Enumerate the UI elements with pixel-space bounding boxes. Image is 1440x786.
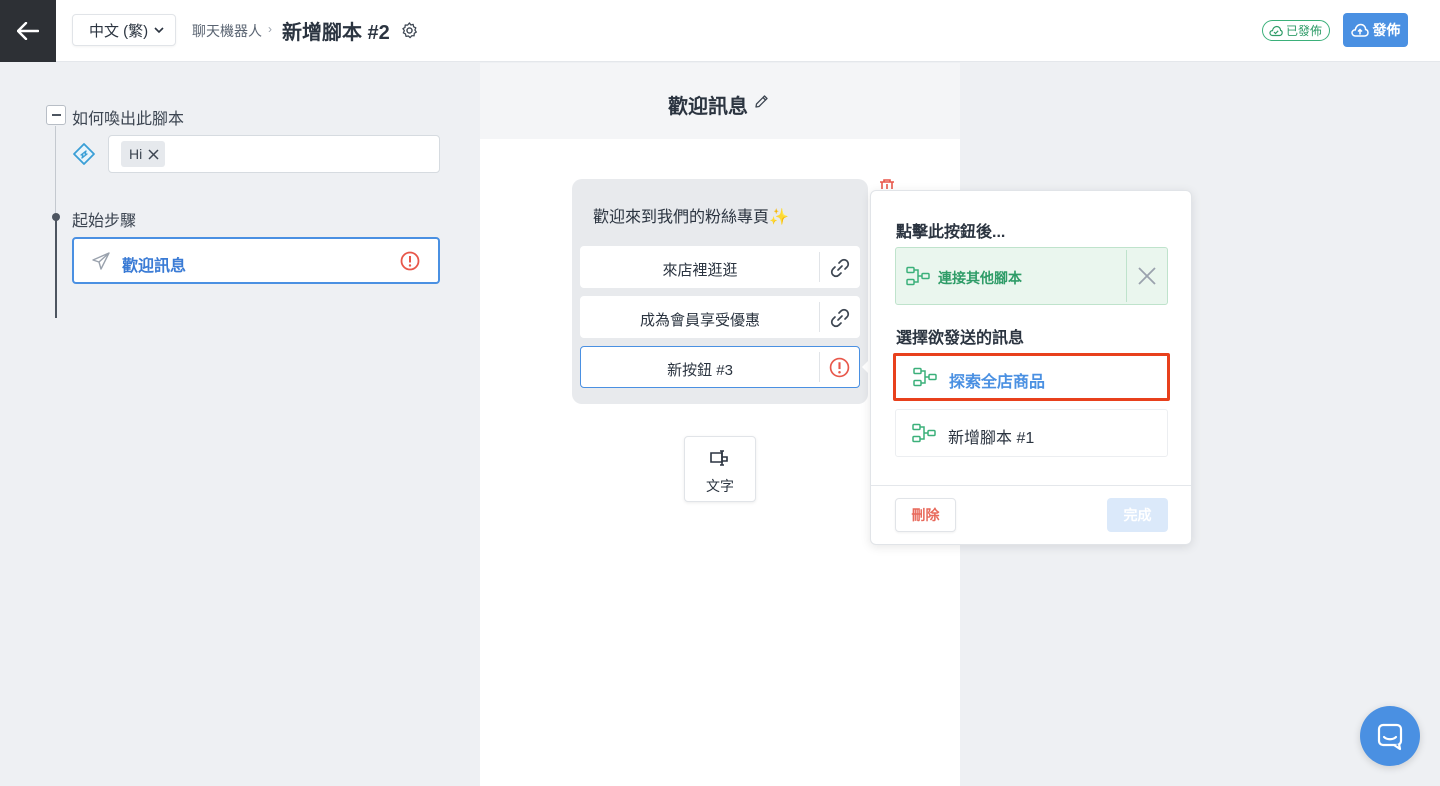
minus-icon xyxy=(51,114,61,116)
breadcrumb-chatbot[interactable]: 聊天機器人 xyxy=(192,21,262,41)
divider xyxy=(819,352,820,382)
divider xyxy=(819,302,820,332)
arrow-left-icon xyxy=(17,22,39,40)
trash-icon[interactable] xyxy=(878,179,896,189)
flow-option-selected[interactable]: 探索全店商品 xyxy=(893,353,1170,401)
link-icon[interactable] xyxy=(829,257,851,279)
divider xyxy=(819,252,820,282)
flow-option-label: 探索全店商品 xyxy=(949,374,1046,391)
message-button[interactable]: 來店裡逛逛 xyxy=(580,246,860,288)
pencil-icon[interactable] xyxy=(754,94,769,109)
publish-button-label: 發佈 xyxy=(1372,22,1401,38)
flow-option[interactable]: 新增腳本 #1 xyxy=(895,409,1168,457)
breadcrumb-separator: › xyxy=(268,22,272,36)
close-icon[interactable] xyxy=(148,148,159,160)
chevron-down-icon xyxy=(154,27,164,34)
divider xyxy=(1126,250,1127,302)
top-bar: 中文 (繁) 聊天機器人 › 新增腳本 #2 已發佈 發佈 xyxy=(0,0,1440,62)
cloud-check-icon xyxy=(1269,25,1283,36)
canvas-title: 歡迎訊息 xyxy=(668,96,748,118)
publish-button[interactable]: 發佈 xyxy=(1343,13,1408,47)
message-card[interactable]: 歡迎來到我們的粉絲專頁✨ 來店裡逛逛 成為會員享受優惠 新按鈕 #3 xyxy=(572,179,868,404)
tag-icon xyxy=(73,143,95,165)
tree-connector-active xyxy=(55,218,57,318)
status-badge-label: 已發佈 xyxy=(1286,24,1323,38)
warning-icon xyxy=(829,357,850,378)
step-item-label: 歡迎訊息 xyxy=(122,258,187,275)
page-title: 新增腳本 #2 xyxy=(282,22,390,44)
done-button[interactable]: 完成 xyxy=(1107,498,1168,532)
trigger-section-title: 如何喚出此腳本 xyxy=(72,111,185,128)
collapse-button[interactable] xyxy=(46,105,66,125)
flow-icon xyxy=(912,423,936,443)
gear-icon[interactable] xyxy=(400,21,419,40)
divider xyxy=(871,485,1191,486)
keyword-input[interactable]: Hi xyxy=(108,135,440,173)
step-item-welcome[interactable]: 歡迎訊息 xyxy=(72,237,440,284)
message-button[interactable]: 成為會員享受優惠 xyxy=(580,296,860,338)
text-field-icon xyxy=(710,450,728,466)
message-button-label: 新按鈕 #3 xyxy=(667,362,733,379)
tree-connector xyxy=(55,126,56,216)
canvas-header: 歡迎訊息 xyxy=(480,63,960,139)
start-section-title: 起始步驟 xyxy=(72,213,137,230)
connect-flow-label: 連接其他腳本 xyxy=(938,270,1022,286)
flow-icon xyxy=(913,367,937,387)
add-text-label: 文字 xyxy=(706,478,734,494)
message-text: 歡迎來到我們的粉絲專頁✨ xyxy=(593,209,789,226)
flow-option-label: 新增腳本 #1 xyxy=(948,430,1035,447)
add-text-button[interactable]: 文字 xyxy=(684,436,756,502)
flow-icon xyxy=(906,266,930,286)
cloud-upload-icon xyxy=(1350,23,1369,37)
language-select[interactable]: 中文 (繁) xyxy=(72,14,176,46)
status-badge: 已發佈 xyxy=(1262,20,1331,41)
keyword-chip-label: Hi xyxy=(129,146,143,162)
message-button-active[interactable]: 新按鈕 #3 xyxy=(580,346,860,388)
tree-node-dot xyxy=(52,213,60,221)
link-icon[interactable] xyxy=(829,307,851,329)
select-message-heading: 選擇欲發送的訊息 xyxy=(896,330,1025,347)
message-button-label: 成為會員享受優惠 xyxy=(639,312,760,329)
paper-plane-icon xyxy=(92,252,110,270)
action-heading: 點擊此按鈕後... xyxy=(896,224,1006,241)
close-icon[interactable] xyxy=(1137,266,1157,286)
message-button-label: 來店裡逛逛 xyxy=(662,262,738,279)
button-action-popover: 點擊此按鈕後... 連接其他腳本 選擇欲發送的訊息 探索全店商品 新增腳本 #1… xyxy=(870,190,1192,545)
connect-flow-option[interactable]: 連接其他腳本 xyxy=(895,247,1168,305)
delete-button[interactable]: 刪除 xyxy=(895,498,956,532)
chat-launcher-button[interactable] xyxy=(1360,706,1420,766)
back-button[interactable] xyxy=(0,0,56,62)
chat-icon xyxy=(1377,723,1403,751)
keyword-chip: Hi xyxy=(121,141,166,167)
language-select-value: 中文 (繁) xyxy=(89,22,149,40)
warning-icon xyxy=(400,251,420,271)
